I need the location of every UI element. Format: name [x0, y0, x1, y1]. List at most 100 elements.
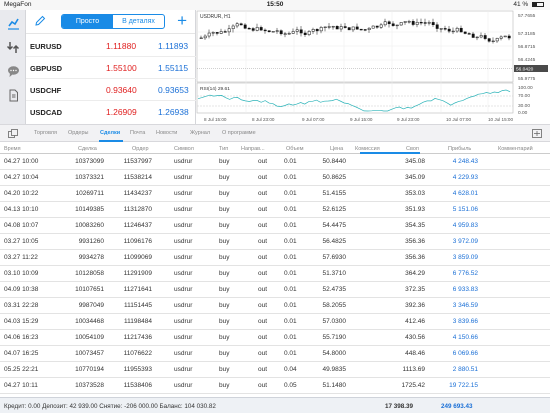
- segment-simple[interactable]: Просто: [62, 15, 113, 28]
- chart-canvas[interactable]: USDRUR, H1 RSI(14) 29.61 57.7655 57.3185…: [196, 10, 550, 124]
- table-row[interactable]: 03.27 11:22 9934278 11099069 usdrur buy out 0.…: [0, 250, 550, 266]
- column-header[interactable]: Объем: [286, 146, 304, 152]
- price-chart[interactable]: USDRUR, H1 RSI(14) 29.61 57.7655 57.3185…: [196, 10, 550, 124]
- quote-ask: 1.26938: [158, 107, 189, 117]
- cell-deal-time: 03.27 11:22: [4, 254, 38, 261]
- column-header[interactable]: Сделка: [78, 146, 97, 152]
- cell-swap: 356.36: [405, 238, 425, 245]
- cell-symbol: usdrur: [174, 238, 193, 245]
- time-tick: 9 Jul 23:00: [397, 117, 420, 122]
- candle-body: [207, 32, 211, 37]
- battery-icon: [532, 2, 544, 7]
- table-row[interactable]: 05.25 22:21 10770194 11955393 usdrur buy out 0…: [0, 362, 550, 378]
- quote-ask: 1.11893: [158, 41, 189, 51]
- table-row[interactable]: 03.31 22:28 9987049 11151445 usdrur buy out 0.…: [0, 298, 550, 314]
- quotes-icon[interactable]: [6, 16, 20, 30]
- cell-price: 49.9835: [322, 366, 347, 373]
- tab-journal[interactable]: Журнал: [190, 130, 210, 136]
- candle-body: [419, 21, 423, 24]
- cell-type: buy: [219, 190, 230, 197]
- column-header[interactable]: Время: [4, 146, 21, 152]
- candle-body: [427, 22, 431, 24]
- table-row[interactable]: 04.07 16:25 10073457 11076622 usdrur buy out 0…: [0, 346, 550, 362]
- segment-detailed[interactable]: В деталях: [113, 15, 164, 28]
- current-price: 56.0420: [516, 67, 534, 73]
- table-row[interactable]: 04.13 10:10 10149385 11312870 usdrur buy out 0…: [0, 202, 550, 218]
- document-icon[interactable]: [6, 88, 20, 102]
- windows-icon[interactable]: [8, 129, 18, 138]
- cell-volume: 0.01: [284, 206, 297, 213]
- cell-type: buy: [219, 286, 230, 293]
- column-header[interactable]: Ордер: [132, 146, 149, 152]
- cell-deal-time: 04.06 16:23: [4, 334, 39, 341]
- column-header[interactable]: Направ...: [241, 146, 265, 152]
- candle-body: [351, 26, 355, 31]
- table-row[interactable]: 04.27 10:00 10373099 11537997 usdrur buy out 0…: [0, 154, 550, 170]
- tab-orders[interactable]: Ордеры: [68, 130, 89, 136]
- time-tick: 9 Jul 15:00: [350, 117, 373, 122]
- cell-symbol: usdrur: [174, 206, 193, 213]
- quote-row[interactable]: GBPUSD 1.55100 1.55115: [26, 57, 196, 79]
- column-header[interactable]: Комментарий: [498, 146, 533, 152]
- column-header[interactable]: Символ: [174, 146, 194, 152]
- cell-price: 51.1480: [322, 382, 347, 389]
- cell-swap: 364.29: [405, 270, 425, 277]
- cell-symbol: usdrur: [174, 174, 193, 181]
- candle-body: [499, 36, 503, 39]
- add-symbol-icon[interactable]: +: [177, 11, 187, 31]
- tab-mail[interactable]: Почта: [130, 130, 145, 136]
- tab-trade[interactable]: Торговля: [34, 130, 57, 136]
- cell-deal-id: 9934278: [78, 254, 104, 261]
- total-profit: 249 693.43: [441, 403, 473, 410]
- column-header[interactable]: Прибыль: [448, 146, 471, 152]
- cell-order-id: 11538214: [123, 174, 152, 181]
- candle-body: [459, 27, 463, 33]
- quotes-toolbar: Просто В деталях +: [26, 10, 195, 34]
- candle-body: [495, 38, 499, 42]
- cell-symbol: usdrur: [174, 286, 193, 293]
- table-row[interactable]: 04.09 10:38 10107651 11271641 usdrur buy out 0…: [0, 282, 550, 298]
- cell-price: 50.8440: [322, 158, 347, 165]
- cell-volume: 0.01: [284, 270, 297, 277]
- candle-body: [479, 35, 483, 38]
- cell-deal-id: 10073457: [75, 350, 104, 357]
- quotes-mode-switch[interactable]: Просто В деталях: [61, 14, 165, 29]
- cell-deal-time: 04.27 10:00: [4, 158, 39, 165]
- table-row[interactable]: 04.03 15:29 10034468 11198484 usdrur buy out 0…: [0, 314, 550, 330]
- cell-direction: out: [258, 238, 268, 245]
- tab-deals[interactable]: Сделки: [100, 130, 120, 136]
- tab-news[interactable]: Новости: [156, 130, 177, 136]
- edit-pencil-icon[interactable]: [34, 15, 46, 27]
- time-tick: 9 Jul 07:00: [302, 117, 325, 122]
- candle-body: [455, 27, 459, 32]
- candle-body: [391, 23, 395, 26]
- column-header[interactable]: Цена: [330, 146, 343, 152]
- table-row[interactable]: 03.10 10:09 10128058 11291909 usdrur buy out 0…: [0, 266, 550, 282]
- quote-row[interactable]: EURUSD 1.11880 1.11893: [26, 35, 196, 57]
- cell-volume: 0.01: [284, 350, 297, 357]
- cell-price: 52.4735: [322, 286, 347, 293]
- cell-profit: 3 972.09: [452, 238, 478, 245]
- table-row[interactable]: 04.27 10:11 10373528 11538406 usdrur buy out 0…: [0, 378, 550, 394]
- cell-deal-time: 04.27 10:04: [4, 174, 39, 181]
- candle-body: [287, 33, 291, 35]
- quote-row[interactable]: USDCHF 0.93640 0.93653: [26, 79, 196, 101]
- table-row[interactable]: 04.06 16:23 10054109 11217436 usdrur buy out 0…: [0, 330, 550, 346]
- cell-volume: 0.01: [284, 174, 297, 181]
- expand-icon[interactable]: [532, 129, 542, 138]
- tab-about[interactable]: О программе: [222, 130, 256, 136]
- cell-direction: out: [258, 158, 268, 165]
- cell-deal-id: 10083260: [75, 222, 104, 229]
- table-row[interactable]: 04.20 10:22 10269711 11434237 usdrur buy out 0…: [0, 186, 550, 202]
- chat-icon[interactable]: [6, 64, 20, 78]
- quote-row[interactable]: USDCAD 1.26909 1.26938: [26, 101, 196, 123]
- table-row[interactable]: 04.08 10:07 10083260 11246437 usdrur buy out 0…: [0, 218, 550, 234]
- trade-icon[interactable]: [6, 40, 20, 54]
- cell-deal-time: 04.09 10:38: [4, 286, 39, 293]
- table-row[interactable]: 04.27 10:04 10373321 11538214 usdrur buy out 0…: [0, 170, 550, 186]
- cell-profit: 4 628.01: [452, 190, 478, 197]
- cell-swap: 412.46: [405, 318, 425, 325]
- column-header[interactable]: Тип: [219, 146, 228, 152]
- table-row[interactable]: 03.27 10:05 9931260 11096176 usdrur buy out 0.…: [0, 234, 550, 250]
- candle-body: [443, 28, 447, 30]
